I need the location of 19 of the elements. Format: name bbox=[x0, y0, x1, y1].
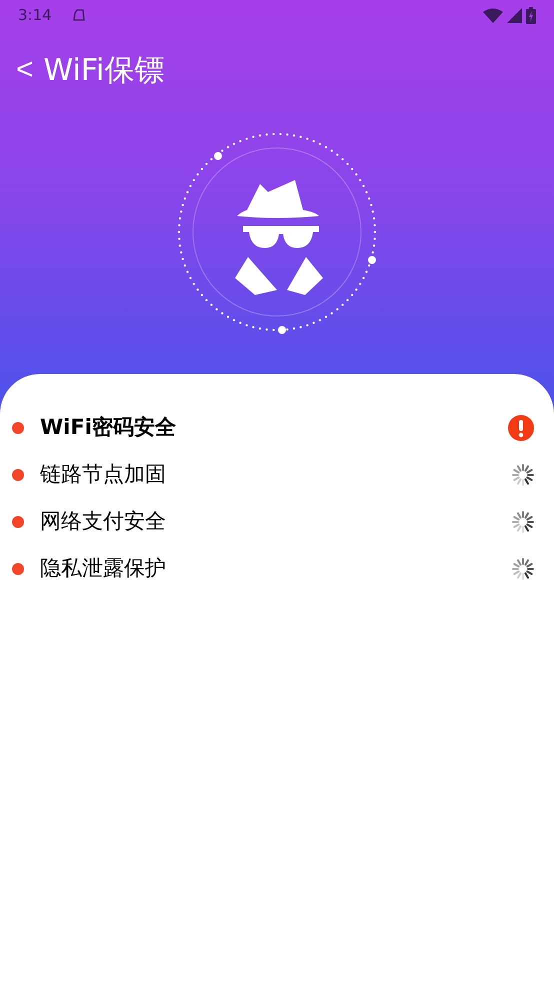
check-label: 网络支付安全 bbox=[40, 508, 166, 535]
check-label: 链路节点加固 bbox=[40, 460, 166, 488]
wifi-signal-icon bbox=[483, 8, 503, 22]
bullet-dot-icon bbox=[12, 422, 24, 434]
back-button[interactable]: < bbox=[16, 55, 34, 85]
loading-spinner-icon bbox=[512, 510, 534, 532]
check-label: WiFi密码安全 bbox=[40, 414, 176, 441]
bullet-dot-icon bbox=[12, 516, 24, 528]
loading-spinner-icon bbox=[512, 558, 534, 580]
page-title: WiFi保镖 bbox=[44, 52, 164, 90]
check-label: 隐私泄露保护 bbox=[40, 554, 166, 582]
bullet-dot-icon bbox=[12, 468, 24, 480]
warning-icon bbox=[508, 414, 534, 440]
bullet-dot-icon bbox=[12, 562, 24, 574]
cell-signal-icon bbox=[507, 8, 522, 22]
notification-icon bbox=[72, 8, 86, 22]
status-time: 3:14 bbox=[18, 4, 52, 26]
loading-spinner-icon bbox=[512, 464, 534, 486]
battery-icon bbox=[526, 6, 536, 24]
